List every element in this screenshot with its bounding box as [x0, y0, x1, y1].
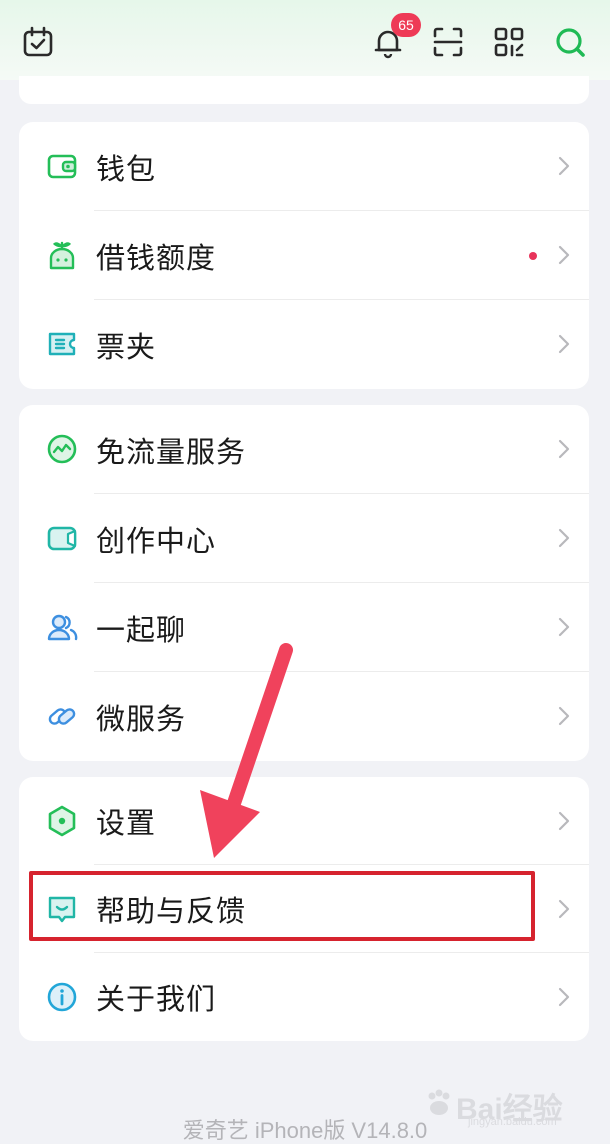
ticket-icon: [46, 328, 78, 360]
menu-item-label: 设置: [96, 806, 157, 840]
menu-item-label: 票夹: [96, 329, 157, 364]
calendar-check-icon[interactable]: [14, 18, 62, 66]
hexagon-settings-icon: [46, 805, 78, 837]
chevron-right-icon: [557, 616, 571, 638]
menu-item-creator-center[interactable]: 创作中心: [19, 494, 589, 583]
menu-item-label: 钱包: [96, 151, 157, 186]
menu-item-ticket-holder[interactable]: 票夹: [19, 300, 589, 389]
watermark-url: jingyan.baidu.com: [468, 1116, 557, 1128]
menu-item-micro-services[interactable]: 微服务: [19, 672, 589, 761]
search-icon[interactable]: [546, 18, 594, 66]
wallet-icon: [46, 150, 78, 182]
menu-item-label: 借钱额度: [96, 240, 217, 275]
pointer-arrow-icon: [200, 643, 293, 858]
menu-card-finance: 钱包 借钱额度 票夹: [19, 122, 589, 389]
chevron-right-icon: [557, 244, 571, 266]
watermark-logo: Bai经验 jingyan.baidu.com: [424, 1082, 574, 1132]
menu-item-settings[interactable]: 设置: [19, 777, 589, 865]
red-dot-indicator: [529, 252, 537, 260]
chevron-right-icon: [557, 986, 571, 1008]
menu-item-label: 免流量服务: [96, 434, 247, 469]
people-icon: [46, 611, 78, 643]
menu-item-label: 微服务: [96, 701, 187, 736]
traffic-chart-icon: [46, 433, 78, 465]
menu-item-label: 一起聊: [96, 612, 187, 647]
chevron-right-icon: [557, 155, 571, 177]
chevron-right-icon: [557, 705, 571, 727]
chevron-right-icon: [557, 810, 571, 832]
menu-card-services: 免流量服务 创作中心 一起聊 微服务: [19, 405, 589, 761]
qr-code-icon[interactable]: [485, 18, 533, 66]
chevron-right-icon: [557, 898, 571, 920]
chevron-right-icon: [557, 527, 571, 549]
chevron-right-icon: [557, 333, 571, 355]
menu-item-label: 关于我们: [96, 982, 217, 1016]
link-icon: [46, 700, 78, 732]
info-icon: [46, 981, 78, 1013]
menu-item-free-traffic[interactable]: 免流量服务: [19, 405, 589, 494]
menu-item-label: 创作中心: [96, 523, 217, 558]
notification-badge: 65: [391, 13, 421, 37]
video-camera-icon: [46, 522, 78, 554]
chevron-right-icon: [557, 438, 571, 460]
scan-icon[interactable]: [424, 18, 472, 66]
menu-item-loan-limit[interactable]: 借钱额度: [19, 211, 589, 300]
previous-card-bottom: [19, 76, 589, 104]
highlight-box: [29, 871, 535, 941]
menu-item-chat-together[interactable]: 一起聊: [19, 583, 589, 672]
menu-item-wallet[interactable]: 钱包: [19, 122, 589, 211]
menu-item-about-us[interactable]: 关于我们: [19, 953, 589, 1041]
sprout-icon: [46, 239, 78, 271]
